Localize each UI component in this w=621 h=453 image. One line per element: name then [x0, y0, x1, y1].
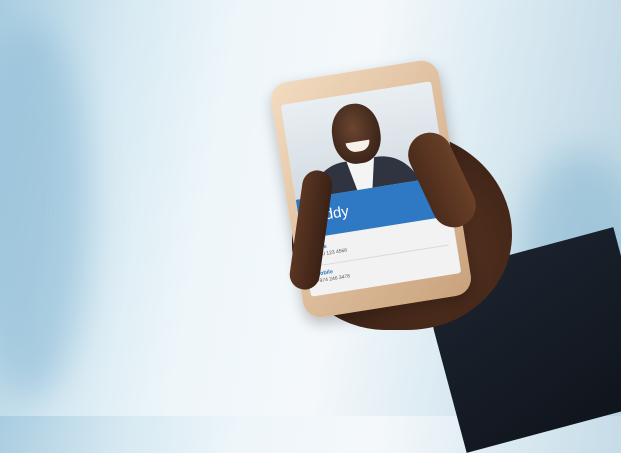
background-blur-left — [0, 20, 90, 400]
